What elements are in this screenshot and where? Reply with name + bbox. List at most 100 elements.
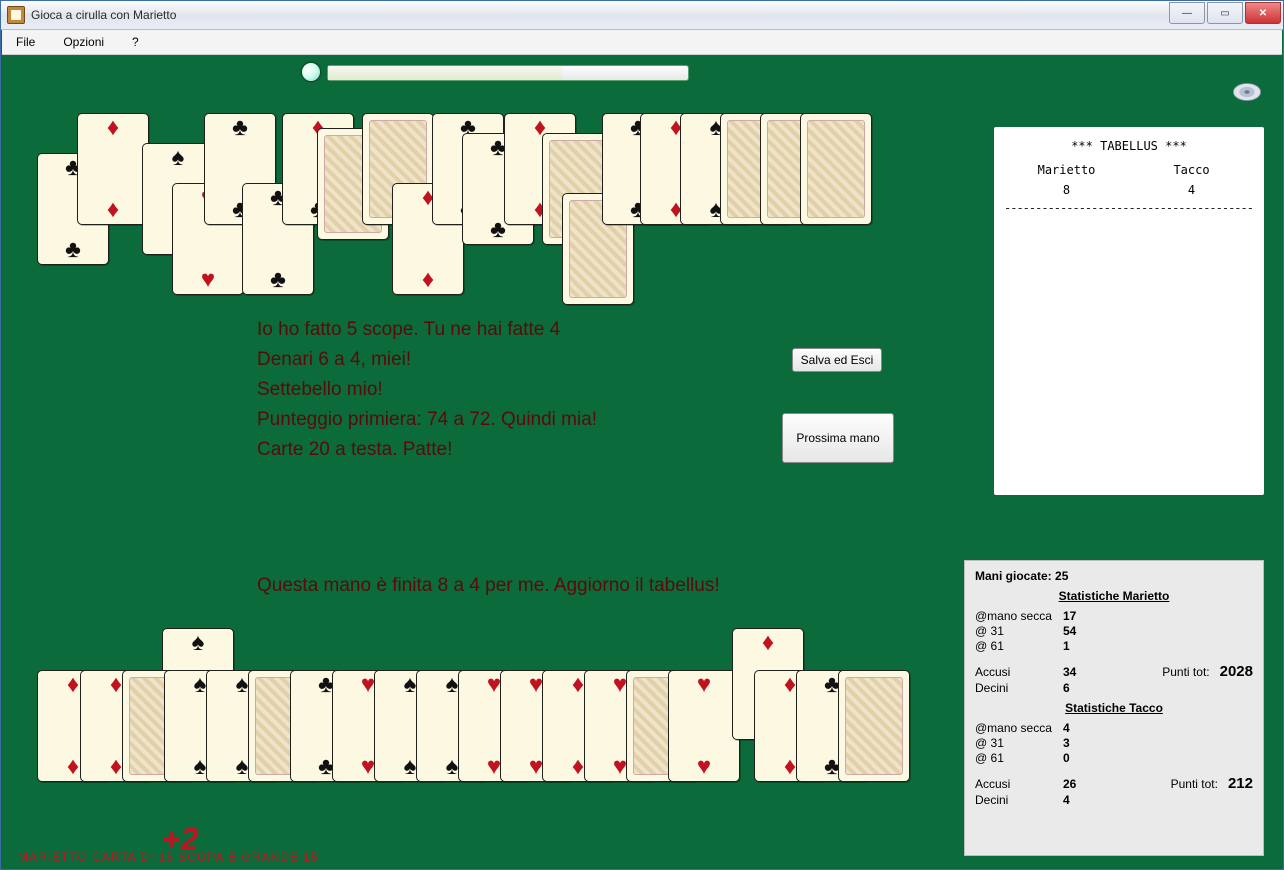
stat-value: 34: [1063, 665, 1105, 679]
speaker-icon[interactable]: [1230, 79, 1264, 105]
face-card: [807, 120, 865, 218]
menu-help[interactable]: ?: [126, 33, 145, 51]
close-button[interactable]: ✕: [1245, 2, 1281, 24]
window-frame: Gioca a cirulla con Marietto — ▭ ✕ File …: [0, 0, 1284, 870]
stat-label: @ 61: [975, 639, 1063, 653]
diamond-icon: ♦: [784, 753, 796, 781]
diamond-icon: ♦: [67, 671, 79, 699]
window-buttons: — ▭ ✕: [1169, 1, 1283, 23]
heart-icon: ♥: [487, 671, 501, 699]
tabellus-panel: *** TABELLUS *** Marietto Tacco 8 4 ----…: [994, 127, 1264, 495]
stat-value: 4: [1063, 721, 1105, 735]
dealer-icon: [302, 63, 320, 81]
diamond-icon: ♦: [110, 753, 122, 781]
tabellus-divider: ----------------------------------------…: [1004, 201, 1254, 215]
stat-label: Decini: [975, 681, 1063, 695]
spade-icon: ♠: [404, 753, 417, 781]
heart-icon: ♥: [529, 753, 543, 781]
hands-played: Mani giocate: 25: [975, 569, 1253, 583]
stat-value: 54: [1063, 624, 1105, 638]
game-area: ♣♣ ♦♦ ♠♠ ♥♥ ♣♣ ♣♣ ♦♣ ♦♦ ♣♣ ♣♣ ♦♦ ♣♣ ♦♦ ♠…: [2, 55, 1282, 868]
spade-icon: ♠: [194, 671, 207, 699]
stats-title-tacco: Statistiche Tacco: [975, 701, 1253, 715]
stat-label: @ 31: [975, 736, 1063, 750]
stat-value: 1: [1063, 639, 1105, 653]
face-card: [845, 677, 903, 775]
diamond-icon: ♦: [572, 671, 584, 699]
heart-icon: ♥: [613, 753, 627, 781]
stats-title-marietto: Statistiche Marietto: [975, 589, 1253, 603]
round-announce: Io ho fatto 5 scope. Tu ne hai fatte 4 D…: [257, 315, 777, 465]
announce-line: Punteggio primiera: 74 a 72. Quindi mia!: [257, 405, 777, 435]
stat-label: Accusi: [975, 777, 1063, 791]
bonus-label: MARIETTO CARTA DI 15 SCOPA E GRANDE 15: [18, 850, 319, 864]
diamond-icon: ♦: [110, 671, 122, 699]
heart-icon: ♥: [697, 671, 711, 699]
stat-label: @ 61: [975, 751, 1063, 765]
maximize-button[interactable]: ▭: [1207, 2, 1243, 24]
round-summary: Questa mano è finita 8 a 4 per me. Aggio…: [257, 575, 720, 597]
club-icon: ♣: [270, 266, 286, 294]
card: ♥♥: [668, 670, 740, 782]
app-icon: [7, 6, 25, 24]
title-bar: Gioca a cirulla con Marietto — ▭ ✕: [1, 1, 1283, 30]
player-pile: ♠ ♦♦ ♦♦ ♠♠ ♠♠ ♣♣ ♥♥ ♠♠ ♠♠ ♥♥ ♥♥ ♦♦ ♥♥ ♥♥…: [32, 628, 952, 828]
spade-icon: ♠: [194, 753, 207, 781]
stats-panel: Mani giocate: 25 Statistiche Marietto @m…: [964, 560, 1264, 856]
minimize-button[interactable]: —: [1169, 2, 1205, 24]
spade-icon: ♠: [192, 629, 205, 657]
spade-icon: ♠: [446, 753, 459, 781]
tabellus-p1-score: 8: [1004, 183, 1129, 197]
next-hand-button[interactable]: Prossima mano: [782, 413, 894, 463]
stat-value: 26: [1063, 777, 1105, 791]
progress-bar: [327, 65, 689, 81]
stat-value: 3: [1063, 736, 1105, 750]
stat-label: @ 31: [975, 624, 1063, 638]
heart-icon: ♥: [697, 753, 711, 781]
tabellus-p1-name: Marietto: [1004, 163, 1129, 177]
diamond-icon: ♦: [784, 671, 796, 699]
spade-icon: ♠: [404, 671, 417, 699]
card: ♦♦: [77, 113, 149, 225]
tabellus-p2-name: Tacco: [1129, 163, 1254, 177]
club-icon: ♣: [232, 114, 248, 142]
stat-value: 17: [1063, 609, 1105, 623]
spade-icon: ♠: [236, 671, 249, 699]
heart-icon: ♥: [613, 671, 627, 699]
stat-label: @mano secca: [975, 609, 1063, 623]
spade-icon: ♠: [236, 753, 249, 781]
diamond-icon: ♦: [107, 196, 119, 224]
stat-label: @mano secca: [975, 721, 1063, 735]
spade-icon: ♠: [446, 671, 459, 699]
diamond-icon: ♦: [762, 629, 774, 657]
punti-tot-marietto: Punti tot:2028: [1162, 663, 1253, 680]
diamond-icon: ♦: [67, 753, 79, 781]
menu-bar: File Opzioni ?: [2, 30, 1282, 55]
diamond-icon: ♦: [107, 114, 119, 142]
heart-icon: ♥: [529, 671, 543, 699]
stat-value: 0: [1063, 751, 1105, 765]
heart-icon: ♥: [487, 753, 501, 781]
save-exit-button[interactable]: Salva ed Esci: [792, 348, 882, 372]
stat-value: 4: [1063, 793, 1105, 807]
punti-tot-tacco: Punti tot:212: [1171, 775, 1253, 792]
opponent-pile: ♣♣ ♦♦ ♠♠ ♥♥ ♣♣ ♣♣ ♦♣ ♦♦ ♣♣ ♣♣ ♦♦ ♣♣ ♦♦ ♠…: [32, 113, 952, 313]
announce-line: Carte 20 a testa. Patte!: [257, 435, 777, 465]
menu-opzioni[interactable]: Opzioni: [57, 33, 110, 51]
heart-icon: ♥: [361, 671, 375, 699]
tabellus-scores: 8 4: [1004, 183, 1254, 197]
menu-file[interactable]: File: [10, 33, 41, 51]
announce-line: Io ho fatto 5 scope. Tu ne hai fatte 4: [257, 315, 777, 345]
window-title: Gioca a cirulla con Marietto: [31, 8, 176, 22]
stat-value: 6: [1063, 681, 1105, 695]
card: [800, 113, 872, 225]
tabellus-header: *** TABELLUS ***: [1004, 139, 1254, 153]
card: [838, 670, 910, 782]
tabellus-names: Marietto Tacco: [1004, 163, 1254, 177]
stat-label: Accusi: [975, 665, 1063, 679]
stat-label: Decini: [975, 793, 1063, 807]
spade-icon: ♠: [172, 144, 185, 172]
announce-line: Settebello mio!: [257, 375, 777, 405]
diamond-icon: ♦: [572, 753, 584, 781]
club-icon: ♣: [65, 236, 81, 264]
